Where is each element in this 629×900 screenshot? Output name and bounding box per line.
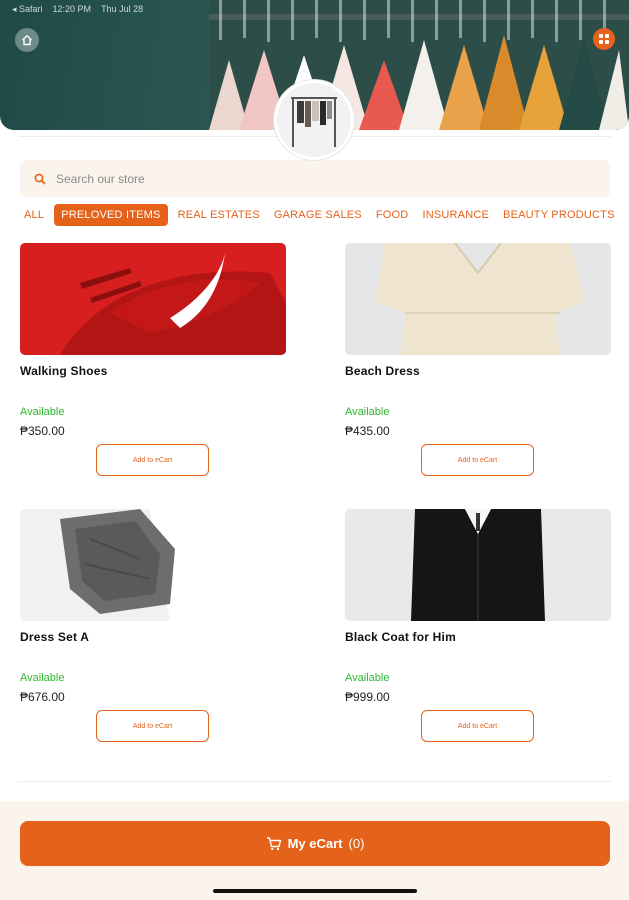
product-availability: Available [20,672,65,684]
product-name: Dress Set A [20,630,90,644]
store-avatar [274,80,354,160]
tab-real-estates[interactable]: REAL ESTATES [174,205,264,225]
search-input[interactable] [56,171,556,186]
product-card[interactable]: Black Coat for Him Available ₱999.00 Add… [345,509,611,742]
product-card[interactable]: Beach Dress Available ₱435.00 Add to eCa… [345,243,611,476]
add-to-cart-button[interactable]: Add to eCart [421,710,534,742]
product-availability: Available [345,672,390,684]
status-time: 12:20 PM [52,4,92,14]
add-to-cart-button[interactable]: Add to eCart [421,444,534,476]
store-page: ◂ Safari 12:20 PM Thu Jul 28 Search our … [0,0,629,900]
product-image[interactable] [20,243,286,355]
tab-garage-sales[interactable]: GARAGE SALES [270,205,366,225]
product-price: ₱350.00 [20,424,65,438]
product-card[interactable]: Dress Set A Available ₱676.00 Add to eCa… [20,509,286,742]
product-image[interactable] [345,243,611,355]
status-carrier: ◂ Safari [12,4,43,14]
product-availability: Available [345,406,390,418]
product-name: Beach Dress [345,364,420,378]
product-card[interactable]: Walking Shoes Available ₱350.00 Add to e… [20,243,286,476]
my-ecart-button[interactable]: My eCart (0) [20,821,610,866]
tab-insurance[interactable]: INSURANCE [418,205,493,225]
cart-label: My eCart [287,836,343,851]
store-avatar-image [277,83,351,157]
product-availability: Available [20,406,65,418]
clothing-rack-image [209,0,629,130]
product-name: Black Coat for Him [345,630,456,644]
add-to-cart-button[interactable]: Add to eCart [96,444,209,476]
add-to-cart-button[interactable]: Add to eCart [96,710,209,742]
status-date: Thu Jul 28 [101,4,144,14]
content-divider [18,781,611,782]
tab-all[interactable]: ALL [20,205,48,225]
category-tabs: ALL PRELOVED ITEMS REAL ESTATES GARAGE S… [20,204,619,226]
product-image[interactable] [20,509,286,621]
tab-food[interactable]: FOOD [372,205,413,225]
product-name: Walking Shoes [20,364,108,378]
home-indicator[interactable] [213,889,417,893]
search-icon [34,173,46,185]
cart-icon [266,836,281,850]
grid-menu-button[interactable] [593,28,615,50]
home-icon [22,34,32,46]
status-bar: ◂ Safari 12:20 PM Thu Jul 28 [12,4,143,15]
tab-preloved-items[interactable]: PRELOVED ITEMS [54,204,168,226]
tab-beauty-products[interactable]: BEAUTY PRODUCTS [499,205,619,225]
cart-count: (0) [348,836,365,851]
product-price: ₱676.00 [20,690,65,704]
product-price: ₱999.00 [345,690,390,704]
home-button[interactable] [15,28,39,52]
search-bar[interactable] [20,160,610,197]
product-image[interactable] [345,509,611,621]
grid-menu-icon [599,34,609,44]
product-price: ₱435.00 [345,424,390,438]
